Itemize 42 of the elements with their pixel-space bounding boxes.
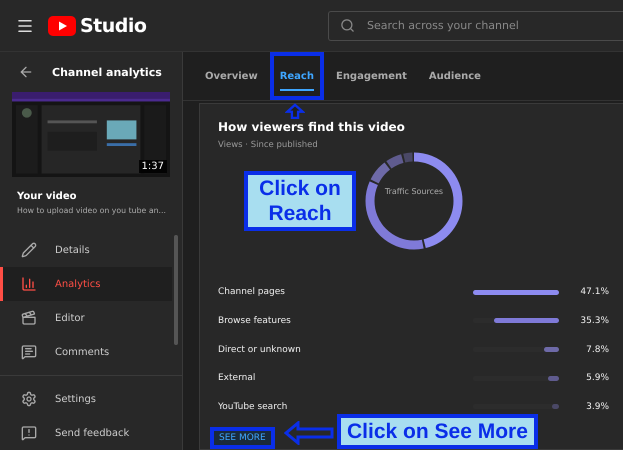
tab[interactable]: Overview [195, 52, 268, 100]
comment-icon [21, 344, 37, 360]
sidebar-title: Channel analytics [52, 66, 162, 78]
source-percent: 47.1% [579, 287, 609, 298]
source-name: Channel pages [218, 287, 286, 298]
nav-item[interactable]: Editor [0, 301, 172, 336]
source-name: Browse features [218, 316, 292, 326]
nav-item[interactable]: Send feedback [0, 416, 172, 450]
source-name: Direct or unknown [218, 344, 302, 355]
scrollbar[interactable] [174, 235, 178, 346]
search-icon [340, 18, 355, 32]
clapperboard-icon [21, 310, 37, 326]
logo-text: Studio [80, 14, 146, 36]
source-name: YouTube search [218, 402, 288, 412]
tab[interactable]: Engagement [326, 52, 417, 100]
see-more-button[interactable]: SEE MORE [210, 427, 275, 449]
source-percent: 3.9% [585, 402, 609, 412]
video-duration: 1:37 [138, 160, 167, 174]
tab[interactable]: Reach [270, 52, 324, 100]
left-arrow [284, 421, 334, 445]
nav-item[interactable]: Analytics [0, 267, 172, 302]
source-percent: 7.8% [585, 344, 609, 355]
nav-item[interactable]: Details [0, 233, 172, 268]
nav-item[interactable]: Settings [0, 382, 172, 416]
play-logo-icon [48, 16, 76, 36]
back-icon[interactable] [18, 64, 34, 80]
donut-label: Traffic Sources [384, 186, 444, 198]
annotation-callout: Click on See More [337, 414, 538, 450]
source-percent: 5.9% [585, 373, 609, 384]
source-name: External [218, 373, 256, 384]
settings-icon [21, 391, 37, 407]
pencil-icon [21, 242, 37, 258]
source-percent: 35.3% [579, 316, 609, 326]
nav-item[interactable]: Comments [0, 335, 172, 370]
bar-chart-icon [21, 276, 37, 292]
feedback-icon [21, 425, 37, 441]
card-subtitle: Views · Since published [218, 140, 319, 150]
video-heading: Your video [16, 190, 78, 202]
annotation-callout: Click on Reach [244, 171, 356, 232]
card-title: How viewers find this video [218, 120, 406, 134]
search-field[interactable]: Search across your channel [328, 10, 623, 40]
tab[interactable]: Audience [418, 52, 491, 100]
